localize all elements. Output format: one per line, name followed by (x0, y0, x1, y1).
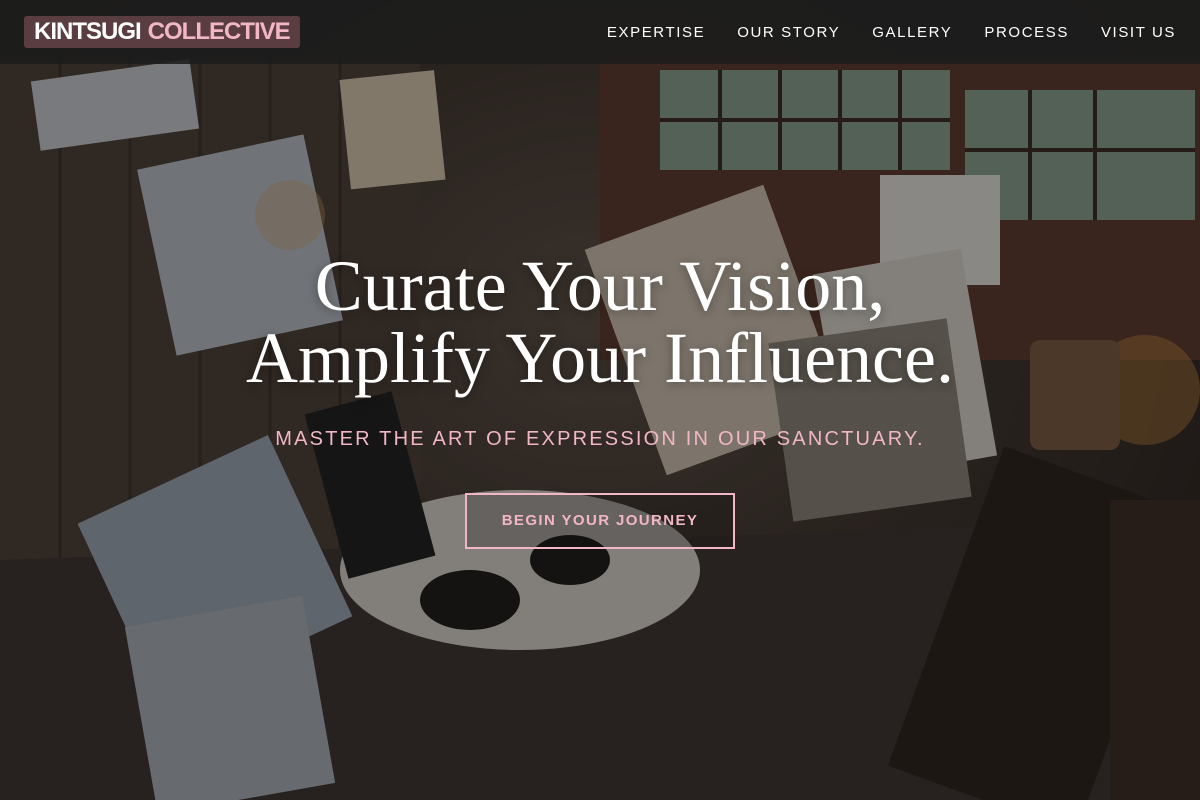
nav-link-gallery[interactable]: GALLERY (872, 24, 952, 41)
nav-link-process[interactable]: PROCESS (984, 24, 1069, 41)
brand-logo[interactable]: KINTSUGI COLLECTIVE (24, 16, 300, 48)
hero-section: Curate Your Vision, Amplify Your Influen… (0, 250, 1200, 549)
nav-links: EXPERTISE OUR STORY GALLERY PROCESS VISI… (607, 24, 1176, 41)
nav-link-expertise[interactable]: EXPERTISE (607, 24, 705, 41)
top-navbar: KINTSUGI COLLECTIVE EXPERTISE OUR STORY … (0, 0, 1200, 64)
brand-name-primary: KINTSUGI (34, 18, 142, 45)
hero-title-line-2: Amplify Your Influence. (246, 318, 954, 398)
hero-title-line-1: Curate Your Vision, (314, 246, 886, 326)
nav-link-visit-us[interactable]: VISIT US (1101, 24, 1176, 41)
begin-journey-button[interactable]: BEGIN YOUR JOURNEY (465, 493, 735, 549)
nav-link-our-story[interactable]: OUR STORY (737, 24, 840, 41)
hero-title: Curate Your Vision, Amplify Your Influen… (0, 250, 1200, 394)
brand-name-secondary: COLLECTIVE (147, 18, 291, 45)
hero-subtitle: MASTER THE ART OF EXPRESSION IN OUR SANC… (275, 428, 925, 450)
